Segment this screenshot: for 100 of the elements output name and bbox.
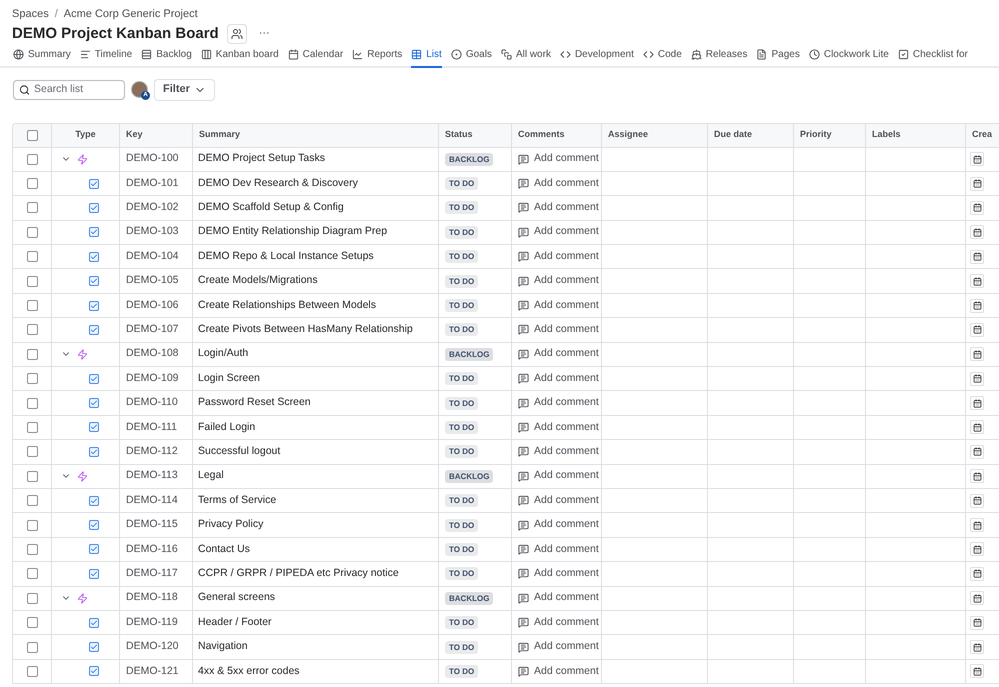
checkbox[interactable] xyxy=(26,592,38,604)
nav-tab[interactable]: Pages xyxy=(756,46,800,68)
add-comment-button[interactable]: Add comment xyxy=(518,639,599,655)
nav-tab[interactable]: Code xyxy=(642,46,682,68)
checkbox[interactable] xyxy=(26,202,38,214)
breadcrumb-link[interactable]: Acme Corp Generic Project xyxy=(64,6,198,22)
column-header[interactable]: Summary xyxy=(193,124,439,146)
status-lozenge[interactable]: TO DO xyxy=(445,396,478,410)
column-header[interactable]: Crea xyxy=(966,124,999,146)
nav-tab[interactable]: Summary xyxy=(13,46,71,68)
nav-tab[interactable]: Kanban board xyxy=(200,46,279,68)
calendar-button[interactable] xyxy=(970,152,984,166)
calendar-button[interactable] xyxy=(970,518,984,532)
checkbox[interactable] xyxy=(26,398,38,409)
breadcrumb-link[interactable]: Spaces xyxy=(12,6,49,22)
checkbox[interactable] xyxy=(26,300,38,312)
add-comment-button[interactable]: Add comment xyxy=(518,151,599,168)
status-lozenge[interactable]: TO DO xyxy=(445,640,478,654)
checkbox[interactable] xyxy=(26,276,38,287)
status-lozenge[interactable]: TO DO xyxy=(445,445,478,458)
calendar-button[interactable] xyxy=(970,298,984,313)
calendar-button[interactable] xyxy=(970,591,984,606)
add-comment-button[interactable]: Add comment xyxy=(518,322,599,338)
checkbox[interactable] xyxy=(26,446,38,458)
calendar-button[interactable] xyxy=(970,542,984,556)
status-lozenge[interactable]: TO DO xyxy=(445,664,478,678)
status-lozenge[interactable]: BACKLOG xyxy=(445,348,494,361)
checkbox[interactable] xyxy=(26,470,38,482)
add-comment-button[interactable]: Add comment xyxy=(518,224,599,240)
calendar-button[interactable] xyxy=(970,566,984,581)
column-header[interactable]: Comments xyxy=(512,124,602,146)
status-lozenge[interactable]: BACKLOG xyxy=(445,152,494,166)
calendar-button[interactable] xyxy=(970,640,984,654)
add-comment-button[interactable]: Add comment xyxy=(518,492,599,509)
column-header[interactable]: Priority xyxy=(794,124,866,146)
nav-tab[interactable]: Timeline xyxy=(80,46,132,68)
calendar-button[interactable] xyxy=(970,274,984,288)
calendar-button[interactable] xyxy=(970,469,984,484)
status-lozenge[interactable]: TO DO xyxy=(445,567,478,580)
status-lozenge[interactable]: TO DO xyxy=(445,420,478,434)
column-header[interactable]: Assignee xyxy=(602,124,708,146)
filter-button[interactable]: Filter xyxy=(154,78,215,100)
nav-tab[interactable]: Releases xyxy=(690,46,748,68)
nav-tab[interactable]: Goals xyxy=(450,46,492,68)
nav-tab[interactable]: All work xyxy=(500,46,551,68)
column-header[interactable]: Key xyxy=(120,124,193,146)
add-comment-button[interactable]: Add comment xyxy=(518,468,599,484)
add-comment-button[interactable]: Add comment xyxy=(518,298,599,314)
checkbox[interactable] xyxy=(26,348,38,360)
status-lozenge[interactable]: TO DO xyxy=(445,372,478,386)
nav-tab[interactable]: Reports xyxy=(352,46,402,68)
nav-tab[interactable]: Clockwork Lite xyxy=(808,46,889,68)
status-lozenge[interactable]: TO DO xyxy=(445,274,478,288)
calendar-button[interactable] xyxy=(970,444,984,459)
checkbox[interactable] xyxy=(26,568,38,580)
calendar-button[interactable] xyxy=(970,372,984,386)
column-header[interactable]: Status xyxy=(439,124,512,146)
calendar-button[interactable] xyxy=(970,200,984,215)
calendar-button[interactable] xyxy=(970,494,984,508)
nav-tab[interactable]: Backlog xyxy=(141,46,192,68)
column-header[interactable]: Labels xyxy=(866,124,966,146)
calendar-button[interactable] xyxy=(970,664,984,678)
status-lozenge[interactable]: TO DO xyxy=(445,299,478,312)
add-comment-button[interactable]: Add comment xyxy=(518,346,599,362)
status-lozenge[interactable]: TO DO xyxy=(445,226,478,239)
status-lozenge[interactable]: TO DO xyxy=(445,250,478,264)
people-button[interactable] xyxy=(226,24,247,44)
checkbox[interactable] xyxy=(26,130,38,140)
column-header[interactable]: Due date xyxy=(708,124,794,146)
status-lozenge[interactable]: TO DO xyxy=(445,518,478,532)
status-lozenge[interactable]: BACKLOG xyxy=(445,592,494,605)
status-lozenge[interactable]: TO DO xyxy=(445,177,478,190)
checkbox[interactable] xyxy=(26,495,38,506)
calendar-button[interactable] xyxy=(970,250,984,264)
add-comment-button[interactable]: Add comment xyxy=(518,200,599,216)
checkbox[interactable] xyxy=(26,178,38,190)
calendar-button[interactable] xyxy=(970,396,984,410)
nav-tab[interactable]: Calendar xyxy=(288,46,344,68)
nav-tab[interactable]: List xyxy=(411,46,442,68)
add-comment-button[interactable]: Add comment xyxy=(518,395,599,411)
add-comment-button[interactable]: Add comment xyxy=(518,176,599,192)
add-comment-button[interactable]: Add comment xyxy=(518,566,599,582)
checkbox[interactable] xyxy=(26,666,38,677)
add-comment-button[interactable]: Add comment xyxy=(518,517,599,533)
checkbox[interactable] xyxy=(26,617,38,628)
checkbox[interactable] xyxy=(26,324,38,336)
nav-tab[interactable]: Checklist for xyxy=(898,46,968,68)
status-lozenge[interactable]: TO DO xyxy=(445,542,478,556)
add-comment-button[interactable]: Add comment xyxy=(518,420,599,436)
search-input[interactable]: Search list xyxy=(34,82,119,98)
status-lozenge[interactable]: TO DO xyxy=(445,494,478,508)
add-comment-button[interactable]: Add comment xyxy=(518,614,599,630)
more-button[interactable]: ··· xyxy=(254,25,274,42)
status-lozenge[interactable]: TO DO xyxy=(445,201,478,214)
calendar-button[interactable] xyxy=(970,176,984,191)
add-comment-button[interactable]: Add comment xyxy=(518,370,599,387)
calendar-button[interactable] xyxy=(970,225,984,240)
status-lozenge[interactable]: TO DO xyxy=(445,323,478,336)
status-lozenge[interactable]: TO DO xyxy=(445,616,478,630)
calendar-button[interactable] xyxy=(970,322,984,337)
